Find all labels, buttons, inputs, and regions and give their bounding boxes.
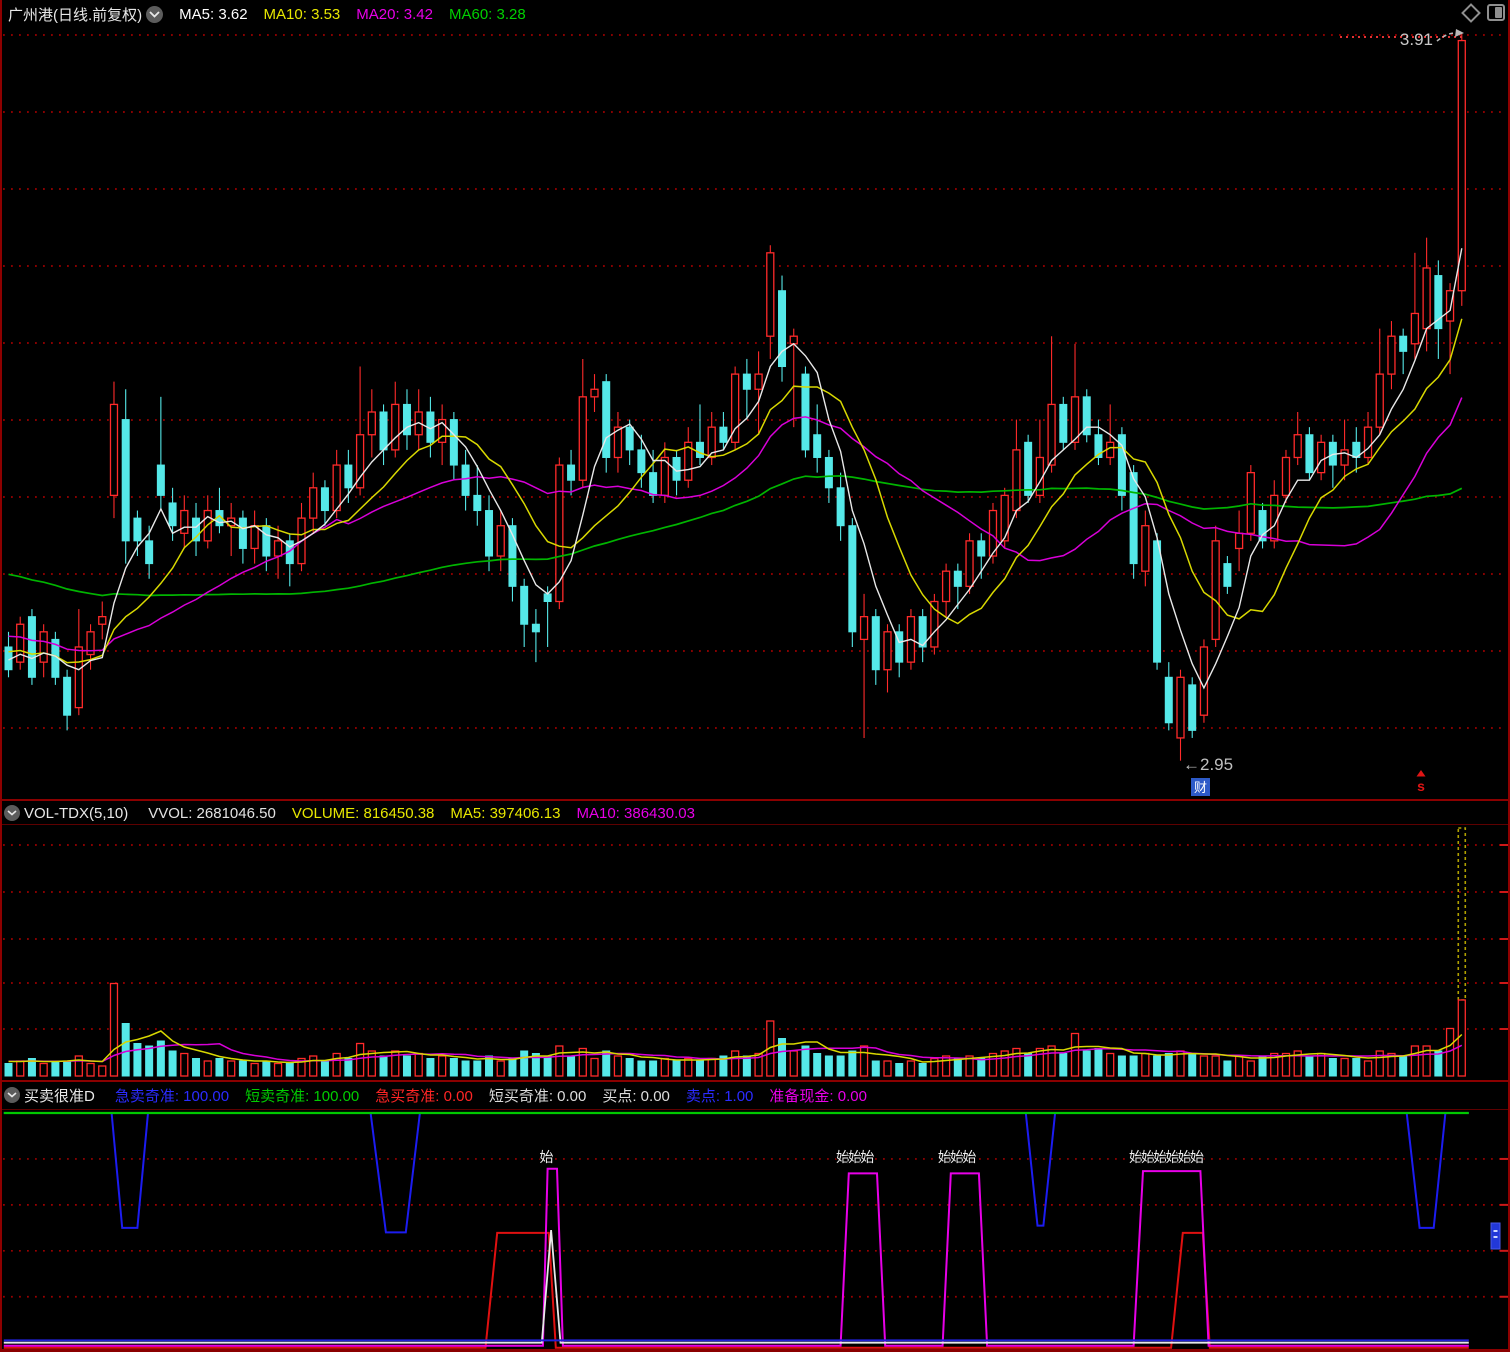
- legend-item: MA5: 397406.13: [450, 804, 561, 822]
- main-chart[interactable]: 3.91 ←2.95 财 s: [0, 0, 1510, 799]
- diamond-icon[interactable]: [1461, 2, 1481, 23]
- svg-text:始: 始: [962, 1149, 976, 1165]
- legend-item: 买点: 0.00: [602, 1087, 670, 1105]
- legend-item: 准备现金: 0.00: [769, 1087, 867, 1105]
- volume-gridlines: [3, 844, 1508, 1030]
- volume-indicator-title: VOL-TDX(5,10): [24, 804, 129, 822]
- sell_fast_blue-line: [3, 1112, 1469, 1234]
- volume-panel-header: VOL-TDX(5,10) VVOL: 2681046.50 VOLUME: 81…: [4, 802, 1506, 824]
- indicator-legend: 急卖奇准: 100.00 短卖奇准: 100.00 急买奇准: 0.00 短买奇准: …: [99, 1085, 867, 1106]
- legend-item: MA10: 3.53: [263, 5, 341, 23]
- ma-legend: MA5: 3.62 MA10: 3.53 MA20: 3.42 MA60: 3.28: [163, 6, 526, 23]
- annotations: 3.91 ←2.95 财 s: [1183, 29, 1464, 796]
- legend-item: 卖点: 1.00: [685, 1087, 754, 1105]
- split-window-icon[interactable]: [1487, 4, 1505, 21]
- chevron-down-icon[interactable]: [146, 5, 164, 23]
- high-price-label: 3.91: [1400, 30, 1433, 49]
- chevron-down-icon[interactable]: [4, 805, 20, 821]
- volume-bars: [4, 827, 1467, 1077]
- ma60-line: [8, 475, 1463, 597]
- svg-text:始: 始: [539, 1149, 553, 1165]
- legend-item: MA20: 3.42: [356, 5, 433, 23]
- buy_short_white-line: [3, 1230, 1469, 1344]
- ma5-line: [8, 248, 1463, 690]
- legend-item: MA10: 386430.03: [576, 804, 695, 822]
- clipped-volume-bar: [1457, 827, 1467, 1001]
- sell-signal-marker: [1416, 770, 1426, 777]
- legend-item: 短卖奇准: 100.00: [245, 1087, 360, 1105]
- indicator-chart[interactable]: 始始始始 始始始 始始始始始始: [0, 1110, 1510, 1351]
- legend-item: MA60: 3.28: [448, 5, 526, 23]
- legend-item: VVOL: 2681046.50: [148, 804, 276, 822]
- volume-legend: VVOL: 2681046.50 VOLUME: 816450.38 MA5: 39…: [132, 805, 695, 822]
- svg-text:s: s: [1417, 778, 1425, 794]
- indicator-panel-header: 买卖很准D 急卖奇准: 100.00 短卖奇准: 100.00 急买奇准: 0.00…: [4, 1084, 1506, 1106]
- cash_magenta-line: [3, 1167, 1469, 1347]
- legend-item: 急卖奇准: 100.00: [114, 1087, 230, 1105]
- legend-item: 短买奇准: 0.00: [488, 1087, 587, 1105]
- stock-title: 广州港(日线.前复权): [8, 6, 143, 24]
- svg-text:始: 始: [1190, 1149, 1204, 1165]
- candles: [4, 33, 1466, 761]
- legend-item: VOLUME: 816450.38: [291, 804, 435, 822]
- start-markers: 始始始始 始始始 始始始始始始: [538, 1148, 1205, 1166]
- svg-text:财: 财: [1194, 780, 1207, 795]
- indicator-gridlines: [3, 1157, 1508, 1298]
- main-panel-header: 广州港(日线.前复权) MA5: 3.62 MA10: 3.53 MA20: 3.4…: [4, 3, 1506, 25]
- svg-text:始: 始: [860, 1149, 874, 1165]
- chevron-down-icon[interactable]: [4, 1087, 20, 1103]
- buy_fast_red-line: [3, 1231, 1469, 1349]
- ma-lines: [8, 248, 1463, 690]
- trading-app-window: 广州港(日线.前复权) MA5: 3.62 MA10: 3.53 MA20: 3.4…: [0, 0, 1510, 1352]
- high-arrow-icon: [1436, 32, 1457, 42]
- low-price-label: ←2.95: [1183, 755, 1233, 774]
- volume-chart[interactable]: [0, 826, 1510, 1080]
- indicator-title: 买卖很准D: [24, 1087, 95, 1105]
- legend-item: 急买奇准: 0.00: [375, 1087, 473, 1105]
- legend-item: MA5: 3.62: [179, 5, 248, 23]
